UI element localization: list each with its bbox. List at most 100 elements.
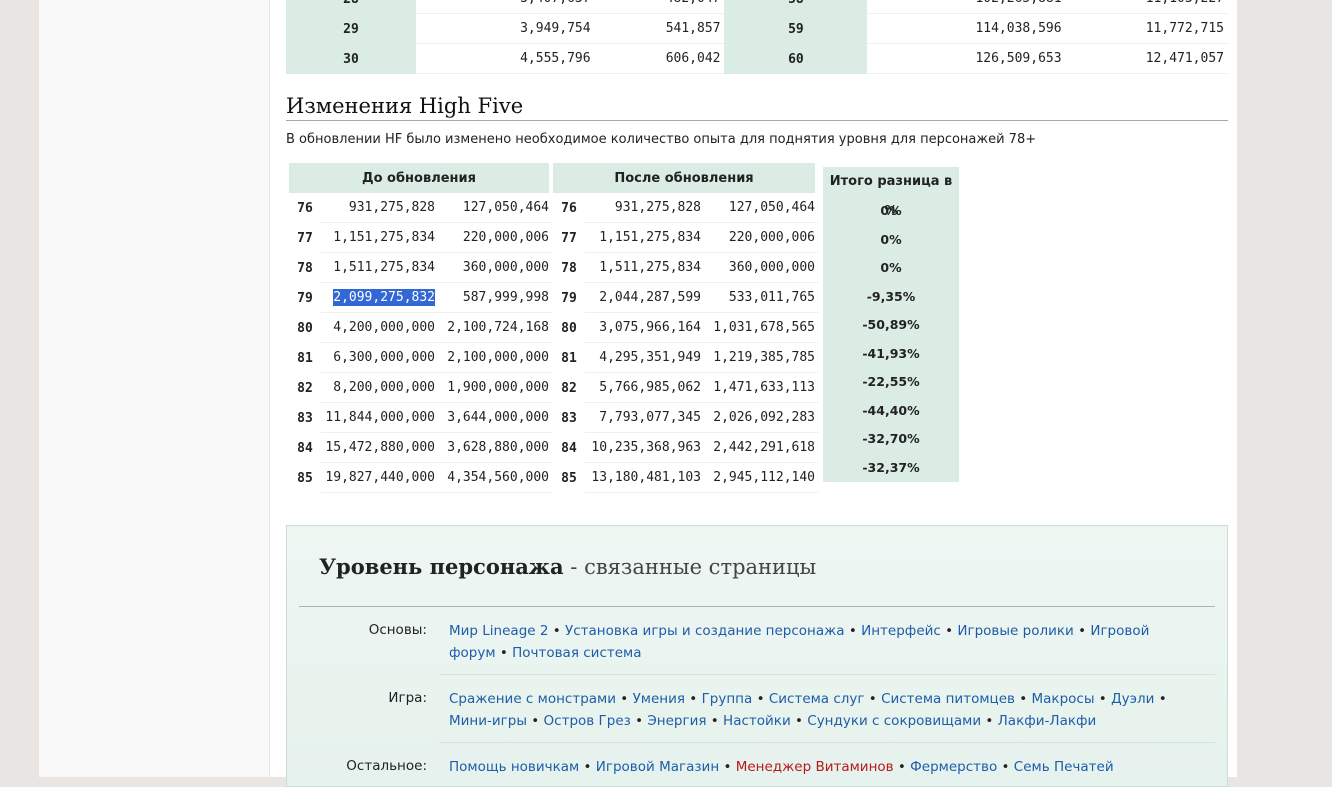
before-header: До обновления: [289, 163, 553, 193]
xp-cell: 2,100,724,168: [439, 313, 553, 343]
nav-link[interactable]: Игровой Магазин: [596, 759, 719, 775]
diff-value: -32,70%: [862, 431, 920, 446]
xp-cell: 482,047: [594, 0, 725, 14]
xp-cell: 6,300,000,000: [321, 343, 439, 373]
table-row: 81 6,300,000,000 2,100,000,000 81 4,295,351,…: [289, 343, 819, 373]
nav-link[interactable]: Лакфи-Лакфи: [998, 713, 1097, 729]
level-cell: 77: [553, 223, 585, 253]
nav-link[interactable]: Система слуг: [769, 691, 865, 707]
diff-value: 0%: [880, 203, 902, 218]
table-row: 83 11,844,000,000 3,644,000,000 83 7,793,077…: [289, 403, 819, 433]
level-cell: 81: [553, 343, 585, 373]
nav-link[interactable]: Система питомцев: [881, 691, 1015, 707]
xp-cell: 7,793,077,345: [585, 403, 705, 433]
level-cell: 59: [724, 14, 868, 44]
level-cell: 29: [286, 14, 416, 44]
level-cell: 82: [553, 373, 585, 403]
level-cell: 80: [289, 313, 321, 343]
nav-link[interactable]: Почтовая система: [512, 645, 641, 661]
level-cell: 79: [289, 283, 321, 313]
nav-link[interactable]: Энергия: [647, 713, 706, 729]
diff-value: -32,37%: [862, 459, 920, 475]
xp-cell: 1,900,000,000: [439, 373, 553, 403]
xp-cell: 15,472,880,000: [321, 433, 439, 463]
navbox-title-main: Уровень персонажа: [319, 554, 564, 579]
xp-cell: 360,000,000: [439, 253, 553, 283]
xp-cell: 1,511,275,834: [585, 253, 705, 283]
navbox-separator: [439, 674, 1215, 675]
table-row: 85 19,827,440,000 4,354,560,000 85 13,180,48…: [289, 463, 819, 493]
nav-link[interactable]: Настойки: [723, 713, 791, 729]
table-row: 82 8,200,000,000 1,900,000,000 82 5,766,985,…: [289, 373, 819, 403]
navbox-group-label: Игра:: [388, 690, 427, 706]
hf-description: В обновлении HF было изменено необходимо…: [286, 132, 1037, 147]
xp-cell: 1,151,275,834: [321, 223, 439, 253]
diff-value: -41,93%: [862, 345, 920, 361]
xp-cell: 2,100,000,000: [439, 343, 553, 373]
xp-cell: 533,011,765: [705, 283, 819, 313]
xp-cell: 1,471,633,113: [705, 373, 819, 403]
xp-table-top: 283,407,637482,04758102,265,88111,103,22…: [286, 0, 1228, 74]
xp-cell: 220,000,006: [705, 223, 819, 253]
level-cell: 81: [289, 343, 321, 373]
diff-value: -44,40%: [862, 402, 920, 418]
table-row: 283,407,637482,04758102,265,88111,103,22…: [286, 0, 1228, 14]
xp-cell: 8,200,000,000: [321, 373, 439, 403]
nav-link[interactable]: Интерфейс: [861, 623, 941, 639]
xp-cell: 2,044,287,599: [585, 283, 705, 313]
level-cell: 80: [553, 313, 585, 343]
nav-link[interactable]: Сундуки с сокровищами: [807, 713, 981, 729]
xp-cell: 126,509,653: [867, 44, 1066, 74]
diff-value: 0%: [880, 260, 902, 275]
diff-value: -9,35%: [866, 288, 916, 304]
nav-link[interactable]: Сражение с монстрами: [449, 691, 616, 707]
nav-link[interactable]: Макросы: [1032, 691, 1095, 707]
level-cell: 78: [553, 253, 585, 283]
level-cell: 30: [286, 44, 416, 74]
nav-link[interactable]: Менеджер Витаминов: [736, 759, 894, 775]
level-cell: 58: [724, 0, 868, 14]
level-cell: 76: [553, 193, 585, 223]
xp-cell: 127,050,464: [705, 193, 819, 223]
level-cell: 28: [286, 0, 416, 14]
xp-cell: 1,151,275,834: [585, 223, 705, 253]
navbox-separator: [439, 742, 1215, 743]
related-pages-navbox: Уровень персонажа - связанные страницы О…: [286, 525, 1228, 787]
after-header: После обновления: [553, 163, 819, 193]
nav-link[interactable]: Мини-игры: [449, 713, 527, 729]
nav-link[interactable]: Мир Lineage 2: [449, 623, 548, 639]
xp-cell: 3,075,966,164: [585, 313, 705, 343]
xp-cell: 3,949,754: [415, 14, 595, 44]
nav-link[interactable]: Фермерство: [910, 759, 997, 775]
diff-value: 0%: [880, 231, 902, 247]
xp-cell: 127,050,464: [439, 193, 553, 223]
navbox-links: Помощь новичкам • Игровой Магазин • Мене…: [449, 759, 1114, 775]
level-cell: 79: [553, 283, 585, 313]
table-row: 80 4,200,000,000 2,100,724,168 80 3,075,966,…: [289, 313, 819, 343]
xp-cell: 3,407,637: [415, 0, 595, 14]
nav-link[interactable]: Умения: [633, 691, 685, 707]
xp-cell: 12,471,057: [1065, 44, 1228, 74]
table-row: 76 931,275,828 127,050,464 76 931,275,828 127…: [289, 193, 819, 223]
hf-table: До обновления После обновления 76 931,275…: [289, 163, 819, 493]
level-cell: 83: [553, 403, 585, 433]
xp-cell: 4,295,351,949: [585, 343, 705, 373]
level-cell: 60: [724, 44, 868, 74]
nav-link[interactable]: Остров Грез: [544, 713, 631, 729]
navbox-title-sub: - связанные страницы: [563, 555, 817, 579]
xp-cell: 2,026,092,283: [705, 403, 819, 433]
nav-link[interactable]: Дуэли: [1111, 691, 1154, 707]
level-cell: 84: [553, 433, 585, 463]
table-row: 30 4,555,796 606,042 60 126,509,653 12,471,05…: [286, 44, 1228, 74]
nav-link[interactable]: Группа: [702, 691, 753, 707]
xp-cell: 11,772,715: [1065, 14, 1228, 44]
nav-link[interactable]: Семь Печатей: [1014, 759, 1114, 775]
nav-link[interactable]: Игровые ролики: [957, 623, 1073, 639]
nav-link[interactable]: Помощь новичкам: [449, 759, 579, 775]
xp-cell: 3,628,880,000: [439, 433, 553, 463]
xp-cell: 2,442,291,618: [705, 433, 819, 463]
article-content: 283,407,637482,04758102,265,88111,103,22…: [269, 0, 1237, 787]
table-row: 84 15,472,880,000 3,628,880,000 84 10,235,36…: [289, 433, 819, 463]
navbox-title: Уровень персонажа - связанные страницы: [319, 554, 816, 579]
nav-link[interactable]: Установка игры и создание персонажа: [565, 623, 845, 639]
